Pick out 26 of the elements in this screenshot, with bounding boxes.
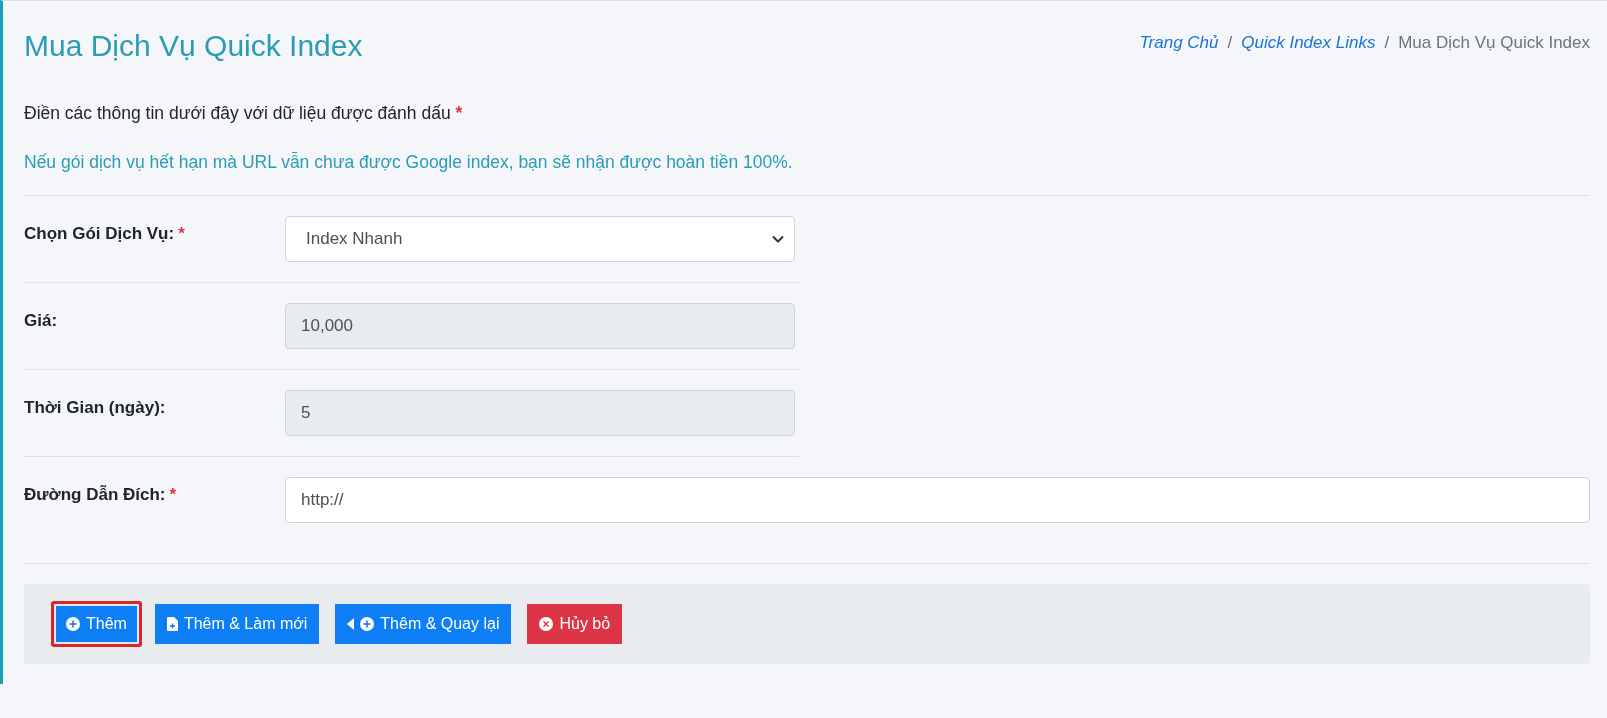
breadcrumb-current: Mua Dịch Vụ Quick Index: [1398, 33, 1590, 53]
breadcrumb-separator: /: [1227, 33, 1233, 53]
intro-text: Điền các thông tin dưới đây với dữ liệu được đánh dấu: [24, 103, 451, 123]
breadcrumb-link[interactable]: Quick Index Links: [1241, 33, 1376, 53]
input-field[interactable]: 10,000: [285, 303, 795, 349]
required-mark: *: [178, 224, 185, 244]
chevron-down-icon: [772, 235, 784, 243]
input-field[interactable]: http://: [285, 477, 1590, 523]
page-title: Mua Dịch Vụ Quick Index: [24, 29, 363, 63]
input-field[interactable]: 5: [285, 390, 795, 436]
breadcrumb-link[interactable]: Trang Chủ: [1139, 33, 1219, 53]
form-button[interactable]: Thêm: [51, 601, 142, 647]
field-label: Đường Dẫn Đích:: [24, 485, 166, 505]
refund-note: Nếu gói dịch vụ hết hạn mà URL vẫn chưa được Google index, bạn sẽ nhận được hoàn tiền 100%.: [24, 152, 794, 173]
required-mark: *: [455, 103, 463, 123]
plus-circle-icon: [360, 617, 375, 631]
file-plus-icon: [166, 617, 178, 631]
plus-circle-icon: [66, 617, 80, 631]
close-circle-icon: [539, 617, 554, 631]
field-label: Thời Gian (ngày):: [24, 398, 166, 418]
required-mark: *: [169, 485, 177, 505]
breadcrumb-separator: /: [1384, 33, 1390, 53]
package-select[interactable]: Index Nhanh: [285, 216, 795, 262]
caret-left-icon: [347, 618, 355, 630]
field-label: Chọn Gói Dịch Vụ:: [24, 224, 175, 244]
field-label: Giá:: [24, 311, 58, 331]
